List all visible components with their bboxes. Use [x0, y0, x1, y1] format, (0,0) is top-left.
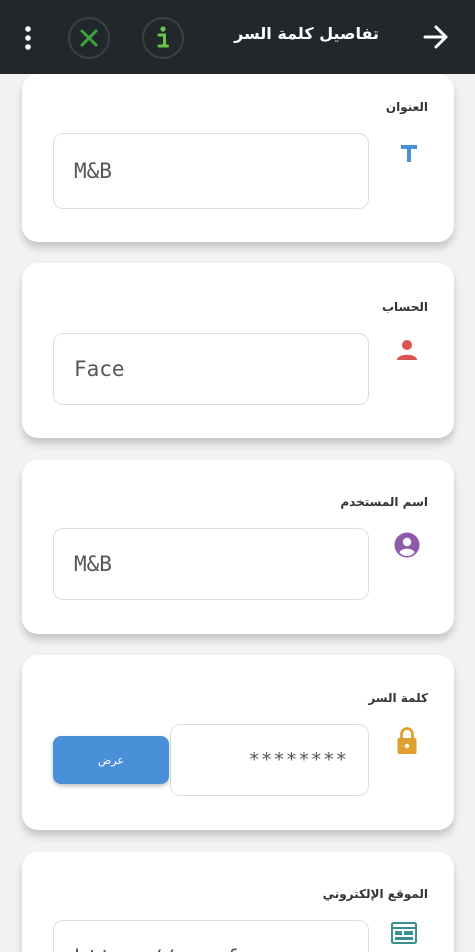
person-icon — [397, 340, 417, 360]
web-icon — [391, 922, 417, 944]
account-label: الحساب — [381, 300, 428, 314]
account-field[interactable]: Face — [53, 333, 369, 405]
info-icon — [157, 26, 169, 48]
close-button[interactable] — [68, 17, 110, 59]
more-vert-icon[interactable] — [20, 24, 36, 52]
password-card: كلمة السر ******** عرض — [22, 655, 454, 830]
app-bar: تفاصيل كلمة السر — [0, 0, 475, 74]
username-label: اسم المستخدم — [340, 495, 428, 509]
show-password-button[interactable]: عرض — [53, 736, 169, 784]
password-field[interactable]: ******** — [170, 724, 369, 796]
account-card: الحساب Face — [22, 263, 454, 438]
username-field[interactable]: M&B — [53, 528, 369, 600]
password-label: كلمة السر — [368, 691, 428, 705]
title-label: العنوان — [385, 100, 428, 114]
website-field[interactable]: https://www.fac — [53, 920, 369, 952]
lock-icon — [397, 727, 417, 754]
username-card: اسم المستخدم M&B — [22, 460, 454, 634]
page-title: تفاصيل كلمة السر — [234, 24, 379, 43]
account-circle-icon — [394, 532, 420, 558]
text-t-icon — [401, 145, 417, 162]
close-x-icon — [80, 29, 98, 47]
title-field[interactable]: M&B — [53, 133, 369, 209]
arrow-right-icon[interactable] — [421, 22, 451, 52]
website-card: الموقع الإلكتروني https://www.fac — [22, 852, 454, 952]
title-card: العنوان M&B — [22, 74, 454, 242]
info-button[interactable] — [142, 17, 184, 59]
website-label: الموقع الإلكتروني — [322, 887, 428, 901]
